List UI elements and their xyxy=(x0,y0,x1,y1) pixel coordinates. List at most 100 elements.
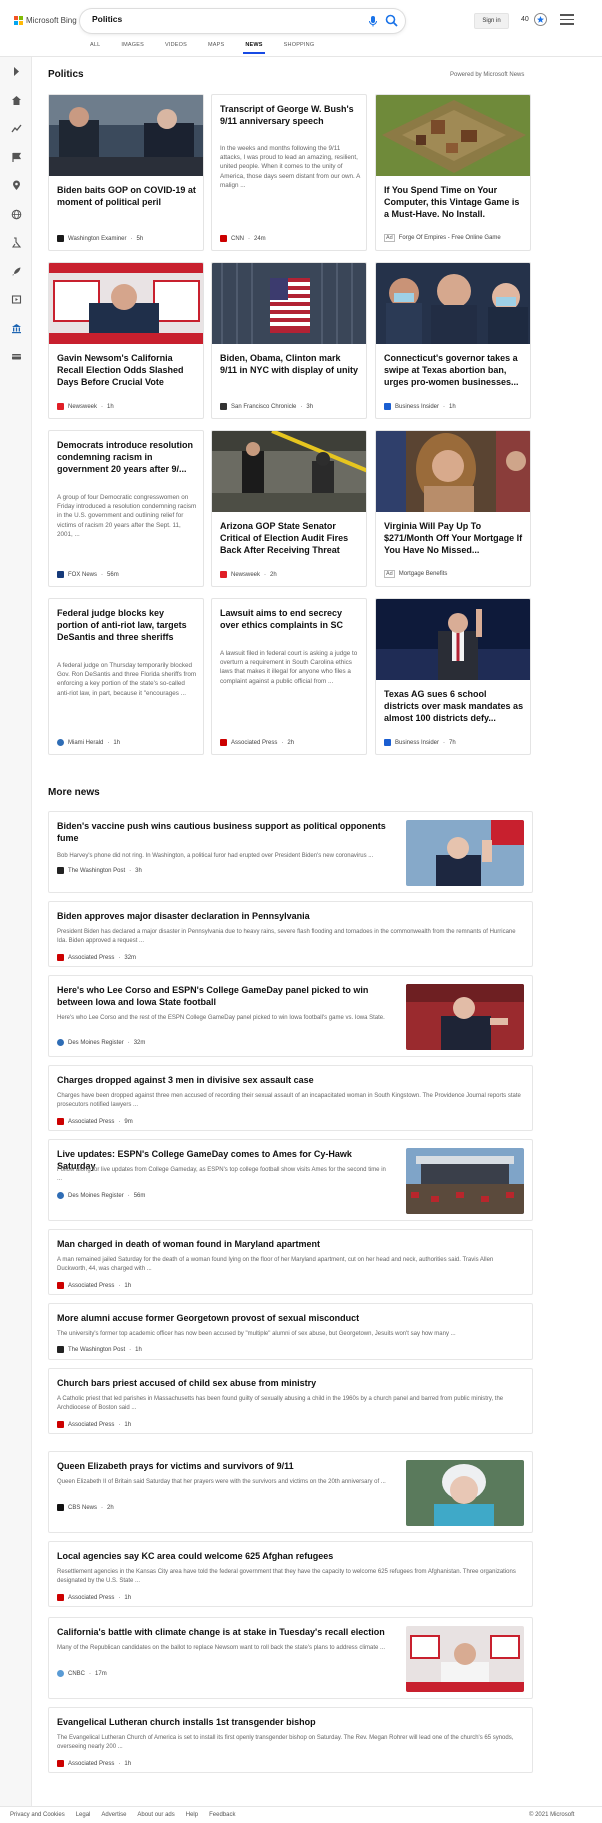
news-item[interactable]: Church bars priest accused of child sex … xyxy=(48,1368,533,1434)
footer-link-legal[interactable]: Legal xyxy=(76,1812,91,1818)
money-icon[interactable] xyxy=(7,347,25,365)
news-card[interactable]: Transcript of George W. Bush's 9/11 anni… xyxy=(211,94,367,251)
home-icon[interactable] xyxy=(7,91,25,109)
news-title[interactable]: Man charged in death of woman found in M… xyxy=(57,1238,522,1250)
footer-link-help[interactable]: Help xyxy=(186,1812,198,1818)
card-source[interactable]: Miami Herald · 1h xyxy=(57,739,120,746)
card-source[interactable]: Business Insider · 7h xyxy=(384,739,456,746)
news-item[interactable]: Here's who Lee Corso and ESPN's College … xyxy=(48,975,533,1057)
news-item[interactable]: Queen Elizabeth prays for victims and su… xyxy=(48,1451,533,1533)
globe-icon[interactable] xyxy=(7,205,25,223)
card-title[interactable]: Biden baits GOP on COVID-19 at moment of… xyxy=(57,184,197,208)
news-source[interactable]: Associated Press · 32m xyxy=(57,954,136,961)
news-source[interactable]: Des Moines Register · 32m xyxy=(57,1039,145,1046)
microphone-icon[interactable] xyxy=(367,15,379,27)
news-title[interactable]: More alumni accuse former Georgetown pro… xyxy=(57,1312,522,1324)
card-source[interactable]: FOX News · 56m xyxy=(57,571,119,578)
news-source[interactable]: Associated Press · 1h xyxy=(57,1421,131,1428)
card-title[interactable]: Connecticut's governor takes a swipe at … xyxy=(384,352,524,388)
flag-icon[interactable] xyxy=(7,148,25,166)
news-item[interactable]: More alumni accuse former Georgetown pro… xyxy=(48,1303,533,1360)
politics-icon[interactable] xyxy=(7,319,25,337)
card-source[interactable]: San Francisco Chronicle · 3h xyxy=(220,403,313,410)
card-title[interactable]: Transcript of George W. Bush's 9/11 anni… xyxy=(220,103,360,127)
news-item[interactable]: Biden's vaccine push wins cautious busin… xyxy=(48,811,533,893)
card-source[interactable]: CNN · 24m xyxy=(220,235,266,242)
news-source[interactable]: Associated Press · 9m xyxy=(57,1118,133,1125)
tab-news[interactable]: NEWS xyxy=(243,42,266,56)
tab-videos[interactable]: VIDEOS xyxy=(165,42,187,56)
card-title[interactable]: If You Spend Time on Your Computer, this… xyxy=(384,184,524,220)
powered-by-label[interactable]: Powered by Microsoft News xyxy=(450,72,524,78)
news-card[interactable]: Connecticut's governor takes a swipe at … xyxy=(375,262,531,419)
news-source[interactable]: Associated Press · 1h xyxy=(57,1760,131,1767)
science-icon[interactable] xyxy=(7,233,25,251)
rewards-icon[interactable] xyxy=(533,12,548,27)
news-item[interactable]: Man charged in death of woman found in M… xyxy=(48,1229,533,1295)
tab-shopping[interactable]: SHOPPING xyxy=(284,42,315,56)
news-item[interactable]: Local agencies say KC area could welcome… xyxy=(48,1541,533,1607)
card-source[interactable]: Associated Press · 2h xyxy=(220,739,294,746)
footer-link-feedback[interactable]: Feedback xyxy=(209,1812,235,1818)
tab-maps[interactable]: MAPS xyxy=(208,42,224,56)
news-title[interactable]: Here's who Lee Corso and ESPN's College … xyxy=(57,984,387,1008)
card-source[interactable]: Newsweek · 2h xyxy=(220,571,277,578)
card-title[interactable]: Biden, Obama, Clinton mark 9/11 in NYC w… xyxy=(220,352,360,376)
footer-link-privacy[interactable]: Privacy and Cookies xyxy=(10,1812,65,1818)
news-card[interactable]: Biden, Obama, Clinton mark 9/11 in NYC w… xyxy=(211,262,367,419)
news-source[interactable]: CBS News · 2h xyxy=(57,1504,114,1511)
news-card[interactable]: Federal judge blocks key portion of anti… xyxy=(48,598,204,755)
search-box[interactable] xyxy=(80,9,405,33)
card-title[interactable]: Lawsuit aims to end secrecy over ethics … xyxy=(220,607,360,631)
search-icon[interactable] xyxy=(385,14,398,27)
rewards-points[interactable]: 40 xyxy=(521,16,529,23)
card-title[interactable]: Gavin Newsom's California Recall Electio… xyxy=(57,352,197,388)
bing-logo[interactable]: Microsoft Bing xyxy=(14,16,77,25)
ad-card[interactable]: If You Spend Time on Your Computer, this… xyxy=(375,94,531,251)
card-source[interactable]: Washington Examiner · 5h xyxy=(57,235,143,242)
card-source[interactable]: Ad Mortgage Benefits xyxy=(384,570,447,578)
trending-icon[interactable] xyxy=(7,119,25,137)
news-source[interactable]: CNBC · 17m xyxy=(57,1670,107,1677)
news-title[interactable]: Church bars priest accused of child sex … xyxy=(57,1377,522,1389)
news-card[interactable]: Biden baits GOP on COVID-19 at moment of… xyxy=(48,94,204,251)
news-item[interactable]: Evangelical Lutheran church installs 1st… xyxy=(48,1707,533,1773)
news-source[interactable]: Des Moines Register · 56m xyxy=(57,1192,145,1199)
news-card[interactable]: Arizona GOP State Senator Critical of El… xyxy=(211,430,367,587)
news-title[interactable]: California's battle with climate change … xyxy=(57,1626,387,1638)
card-title[interactable]: Texas AG sues 6 school districts over ma… xyxy=(384,688,524,724)
sign-in-button[interactable]: Sign in xyxy=(474,13,509,29)
search-input[interactable] xyxy=(92,14,342,24)
news-item[interactable]: California's battle with climate change … xyxy=(48,1617,533,1699)
news-title[interactable]: Biden's vaccine push wins cautious busin… xyxy=(57,820,387,844)
rocket-icon[interactable] xyxy=(7,262,25,280)
news-card[interactable]: Democrats introduce resolution condemnin… xyxy=(48,430,204,587)
card-title[interactable]: Democrats introduce resolution condemnin… xyxy=(57,439,197,475)
news-card[interactable]: Texas AG sues 6 school districts over ma… xyxy=(375,598,531,755)
location-icon[interactable] xyxy=(7,176,25,194)
news-title[interactable]: Local agencies say KC area could welcome… xyxy=(57,1550,522,1562)
news-source[interactable]: Associated Press · 1h xyxy=(57,1594,131,1601)
news-source[interactable]: The Washington Post · 1h xyxy=(57,1346,142,1353)
news-title[interactable]: Charges dropped against 3 men in divisiv… xyxy=(57,1074,522,1086)
card-source[interactable]: Ad Forge Of Empires - Free Online Game xyxy=(384,234,501,242)
footer-link-about-ads[interactable]: About our ads xyxy=(137,1812,174,1818)
news-source[interactable]: Associated Press · 1h xyxy=(57,1282,131,1289)
tab-all[interactable]: ALL xyxy=(90,42,100,56)
card-title[interactable]: Arizona GOP State Senator Critical of El… xyxy=(220,520,360,556)
card-title[interactable]: Federal judge blocks key portion of anti… xyxy=(57,607,197,643)
news-title[interactable]: Evangelical Lutheran church installs 1st… xyxy=(57,1716,522,1728)
entertainment-icon[interactable] xyxy=(7,290,25,308)
footer-link-advertise[interactable]: Advertise xyxy=(101,1812,126,1818)
news-card[interactable]: Lawsuit aims to end secrecy over ethics … xyxy=(211,598,367,755)
collapse-icon[interactable] xyxy=(7,62,25,80)
card-source[interactable]: Newsweek · 1h xyxy=(57,403,114,410)
tab-images[interactable]: IMAGES xyxy=(121,42,144,56)
news-title[interactable]: Biden approves major disaster declaratio… xyxy=(57,910,522,922)
news-card[interactable]: Gavin Newsom's California Recall Electio… xyxy=(48,262,204,419)
news-source[interactable]: The Washington Post · 3h xyxy=(57,867,142,874)
news-item[interactable]: Charges dropped against 3 men in divisiv… xyxy=(48,1065,533,1131)
news-item[interactable]: Live updates: ESPN's College GameDay com… xyxy=(48,1139,533,1221)
news-title[interactable]: Queen Elizabeth prays for victims and su… xyxy=(57,1460,387,1472)
hamburger-menu-icon[interactable] xyxy=(560,14,574,26)
